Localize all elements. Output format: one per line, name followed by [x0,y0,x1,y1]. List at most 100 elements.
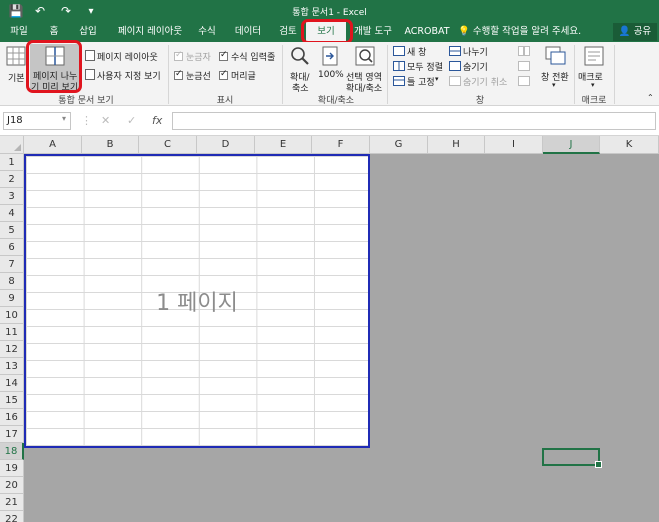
row-header[interactable]: 1 [0,154,24,171]
insert-function-icon[interactable]: fx [152,114,162,127]
row-header[interactable]: 12 [0,341,24,358]
row-header[interactable]: 19 [0,460,24,477]
column-header[interactable]: K [600,136,659,154]
synchronous-scrolling-icon[interactable] [518,61,530,71]
lightbulb-icon: 💡 [458,26,470,37]
row-header[interactable]: 8 [0,273,24,290]
tell-me-text: 수행할 작업을 알려 주세요. [472,26,582,37]
row-header[interactable]: 10 [0,307,24,324]
macros-button[interactable]: 매크로 ▾ [578,44,610,90]
ruler-label: 눈금자 [186,53,211,63]
freeze-panes-button[interactable]: 틀 고정 [407,75,435,88]
zoom-selection-button[interactable]: 선택 영역 확대/축소 [346,44,384,94]
column-header[interactable]: A [24,136,82,154]
window-group-label: 창 [475,96,485,106]
gridlines-label: 눈금선 [186,72,211,82]
select-all-button[interactable] [0,136,24,154]
row-header[interactable]: 13 [0,358,24,375]
tell-me-box[interactable]: 💡 수행할 작업을 알려 주세요. [458,22,581,42]
column-header[interactable]: C [139,136,197,154]
row-header[interactable]: 6 [0,239,24,256]
tab-page-layout[interactable]: 페이지 레이아웃 [113,22,187,42]
zoom-button[interactable]: 확대/ 축소 [286,44,314,94]
row-header[interactable]: 9 [0,290,24,307]
row-header[interactable]: 20 [0,477,24,494]
tab-file[interactable]: 파일 [4,22,34,42]
row-header[interactable]: 15 [0,392,24,409]
tab-data[interactable]: 데이터 [230,22,266,42]
row-header[interactable]: 4 [0,205,24,222]
formula-input[interactable] [172,112,656,130]
custom-views-button[interactable]: 사용자 지정 보기 [97,69,161,82]
new-window-button[interactable]: 새 창 [407,45,426,58]
row-header[interactable]: 5 [0,222,24,239]
formula-bar-label: 수식 입력줄 [231,53,276,63]
switch-windows-button[interactable]: 창 전환 ▾ [538,44,572,90]
hide-button[interactable]: 숨기기 [463,60,488,73]
page-layout-button[interactable]: 페이지 레이아웃 [97,50,158,63]
unhide-button[interactable]: 숨기기 취소 [463,75,507,88]
zoom-100-icon [322,46,338,66]
collapse-ribbon-icon[interactable]: ⌃ [647,93,654,102]
column-header[interactable]: H [428,136,485,154]
arrange-all-button[interactable]: 모두 정렬 [407,60,443,73]
worksheet-grid[interactable]: ABCDEFGHIJK 1 2 3 4 5 6 7 8 9 10 11 12 13 14 15 16 17 18 1… [0,136,659,522]
freeze-panes-icon [393,76,405,86]
normal-view-label: 기본 [8,74,25,84]
column-header[interactable]: J [543,136,600,154]
tab-formulas[interactable]: 수식 [192,22,222,42]
row-header[interactable]: 18 [0,443,24,460]
tab-review[interactable]: 검토 [274,22,302,42]
chevron-down-icon: ▾ [435,75,439,83]
macro-icon [584,46,604,66]
name-box-dropdown-icon[interactable]: ▾ [62,114,66,123]
headings-checkbox[interactable] [219,69,228,80]
row-header[interactable]: 14 [0,375,24,392]
column-header[interactable]: G [370,136,428,154]
view-side-by-side-icon[interactable] [518,46,530,56]
row-header[interactable]: 22 [0,511,24,522]
cancel-icon[interactable]: ✕ [101,114,110,127]
gridlines-checkbox[interactable] [174,69,183,80]
ruler-checkbox[interactable] [174,50,183,61]
row-header[interactable]: 17 [0,426,24,443]
column-header[interactable]: D [197,136,255,154]
tab-acrobat[interactable]: ACROBAT [404,22,450,42]
column-header[interactable]: F [312,136,370,154]
split-button[interactable]: 나누기 [463,45,488,58]
page-layout-icon [85,50,95,61]
ribbon: 기본 페이지 나누 기 미리 보기 페이지 레이아웃 사용자 지정 보기 통합 … [0,40,659,106]
active-cell[interactable] [542,448,602,468]
zoom-100-label: 100% [318,70,344,80]
split-icon [449,46,461,56]
tab-developer[interactable]: 개발 도구 [350,22,396,42]
view-tab-highlight [301,19,353,44]
arrange-all-icon [393,61,405,71]
zoom-group-label: 확대/축소 [317,96,355,106]
chevron-down-icon: ▾ [552,81,556,89]
hide-icon [449,61,461,71]
formula-bar-checkbox[interactable] [219,50,228,61]
column-header[interactable]: B [82,136,139,154]
zoom-100-button[interactable]: 100% [316,44,344,90]
tab-home[interactable]: 홈 [42,22,66,42]
row-header[interactable]: 2 [0,171,24,188]
macros-group-label: 매크로 [581,96,607,106]
more-icon: ⋮ [81,114,92,127]
enter-icon[interactable]: ✓ [127,114,136,127]
share-button[interactable]: 👤 공유 [613,23,657,41]
row-header[interactable]: 21 [0,494,24,511]
name-box[interactable]: J18 [3,112,71,130]
new-window-icon [393,46,405,56]
reset-window-position-icon[interactable] [518,76,530,86]
row-header[interactable]: 16 [0,409,24,426]
row-header[interactable]: 11 [0,324,24,341]
row-header[interactable]: 3 [0,188,24,205]
row-header[interactable]: 7 [0,256,24,273]
person-icon: 👤 [618,26,631,37]
column-header[interactable]: E [255,136,312,154]
separator [168,45,169,104]
tab-insert[interactable]: 삽입 [72,22,104,42]
column-header[interactable]: I [485,136,543,154]
window-title: 통합 문서1 - Excel [292,8,367,18]
